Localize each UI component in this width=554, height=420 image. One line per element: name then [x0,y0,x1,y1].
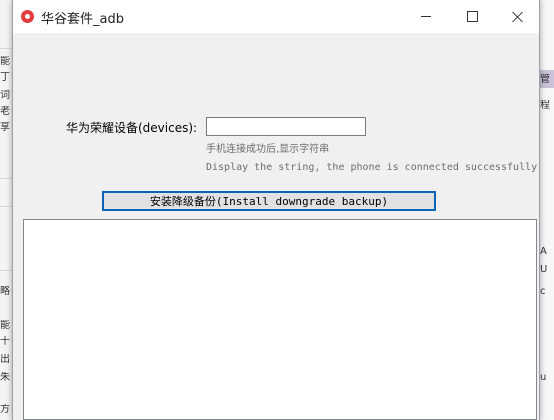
background-glyph: 程 [540,100,550,111]
window-content: 华为荣耀设备(devices): 手机连接成功后,显示字符串 Display t… [13,33,539,420]
title-bar[interactable]: 华谷套件_adb [13,0,539,33]
close-button[interactable] [495,0,541,33]
devices-label: 华为荣耀设备(devices): [66,121,198,135]
background-glyph: c [540,286,546,297]
maximize-icon [466,11,478,22]
background-glyph: A [540,246,547,257]
install-downgrade-backup-button[interactable]: 安装降级备份(Install downgrade backup) [102,191,436,211]
devices-input[interactable] [206,117,366,136]
minimize-icon [421,16,431,17]
background-app-right: 管 程 A U c u [538,0,554,420]
minimize-button[interactable] [403,0,449,33]
window-title: 华谷套件_adb [41,12,124,27]
hint-text-cn: 手机连接成功后,显示字符串 [206,144,330,155]
background-glyph: U [540,264,548,275]
background-glyph: u [540,372,547,383]
output-textarea[interactable] [23,219,537,420]
hint-text-en: Display the string, the phone is connect… [206,162,538,173]
background-glyph: 管 [540,74,550,85]
app-window: 华谷套件_adb 华为荣耀设备(devices): 手机连接成功后,显示字符串 … [12,0,540,420]
maximize-button[interactable] [449,0,495,33]
close-icon [512,11,524,23]
app-logo-icon [21,10,34,23]
